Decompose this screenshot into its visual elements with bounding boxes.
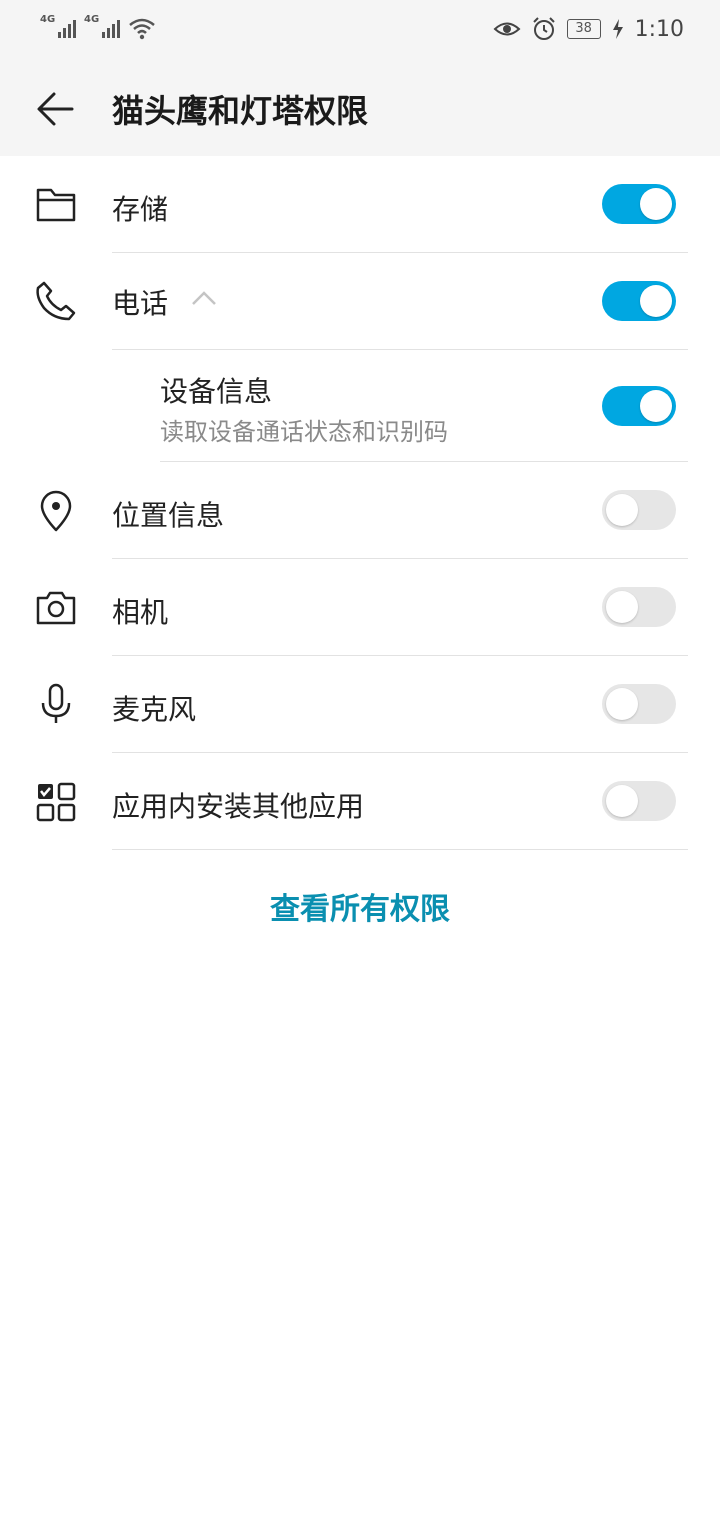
permission-description: 读取设备通话状态和识别码 bbox=[160, 418, 448, 446]
permission-row-phone[interactable]: 电话 bbox=[0, 253, 720, 350]
camera-toggle[interactable] bbox=[602, 587, 676, 627]
permission-label: 应用内安装其他应用 bbox=[112, 790, 365, 823]
chevron-up-icon[interactable] bbox=[190, 289, 218, 307]
wifi-icon bbox=[129, 18, 155, 40]
permission-row-install-apps[interactable]: 应用内安装其他应用 bbox=[0, 753, 720, 850]
alarm-icon bbox=[532, 17, 555, 40]
permission-row-camera[interactable]: 相机 bbox=[0, 559, 720, 656]
permission-row-microphone[interactable]: 麦克风 bbox=[0, 656, 720, 753]
status-bar: 4G 4G 38 1:10 bbox=[0, 0, 720, 60]
permission-row-location[interactable]: 位置信息 bbox=[0, 462, 720, 559]
permission-sublabel: 设备信息 bbox=[160, 375, 273, 408]
signal-icon: 4G bbox=[84, 14, 120, 40]
clock-time: 1:10 bbox=[634, 16, 684, 42]
permission-label: 相机 bbox=[112, 596, 169, 629]
location-pin-icon bbox=[40, 490, 72, 532]
permission-label: 位置信息 bbox=[112, 499, 225, 532]
storage-toggle[interactable] bbox=[602, 184, 676, 224]
phone-icon bbox=[36, 281, 76, 321]
eye-icon bbox=[493, 22, 521, 36]
install-apps-toggle[interactable] bbox=[602, 781, 676, 821]
permission-label: 存储 bbox=[112, 193, 169, 226]
divider bbox=[112, 849, 688, 850]
app-install-icon bbox=[36, 782, 76, 822]
charging-icon bbox=[612, 19, 623, 39]
permission-label: 麦克风 bbox=[112, 693, 197, 726]
network-type-label: 4G bbox=[40, 14, 56, 25]
microphone-toggle[interactable] bbox=[602, 684, 676, 724]
device-info-toggle[interactable] bbox=[602, 386, 676, 426]
permission-label: 电话 bbox=[112, 287, 169, 320]
microphone-icon bbox=[41, 683, 71, 723]
app-bar: 猫头鹰和灯塔权限 bbox=[0, 60, 720, 156]
network-type-label: 4G bbox=[84, 14, 100, 25]
back-arrow-icon[interactable] bbox=[34, 88, 76, 130]
view-all-permissions-link[interactable]: 查看所有权限 bbox=[0, 884, 720, 928]
location-toggle[interactable] bbox=[602, 490, 676, 530]
permission-row-storage[interactable]: 存储 bbox=[0, 156, 720, 253]
signal-icon: 4G bbox=[40, 14, 76, 40]
phone-toggle[interactable] bbox=[602, 281, 676, 321]
folder-icon bbox=[36, 188, 76, 222]
camera-icon bbox=[36, 591, 76, 625]
permission-subrow-device-info[interactable]: 设备信息 读取设备通话状态和识别码 bbox=[0, 350, 720, 462]
permission-list: 存储 电话 设备信息 读取设备通话状态和识别码 位置信息 相机 麦克风 应用内安… bbox=[0, 156, 720, 850]
battery-indicator: 38 bbox=[566, 19, 601, 39]
page-title: 猫头鹰和灯塔权限 bbox=[112, 92, 369, 130]
